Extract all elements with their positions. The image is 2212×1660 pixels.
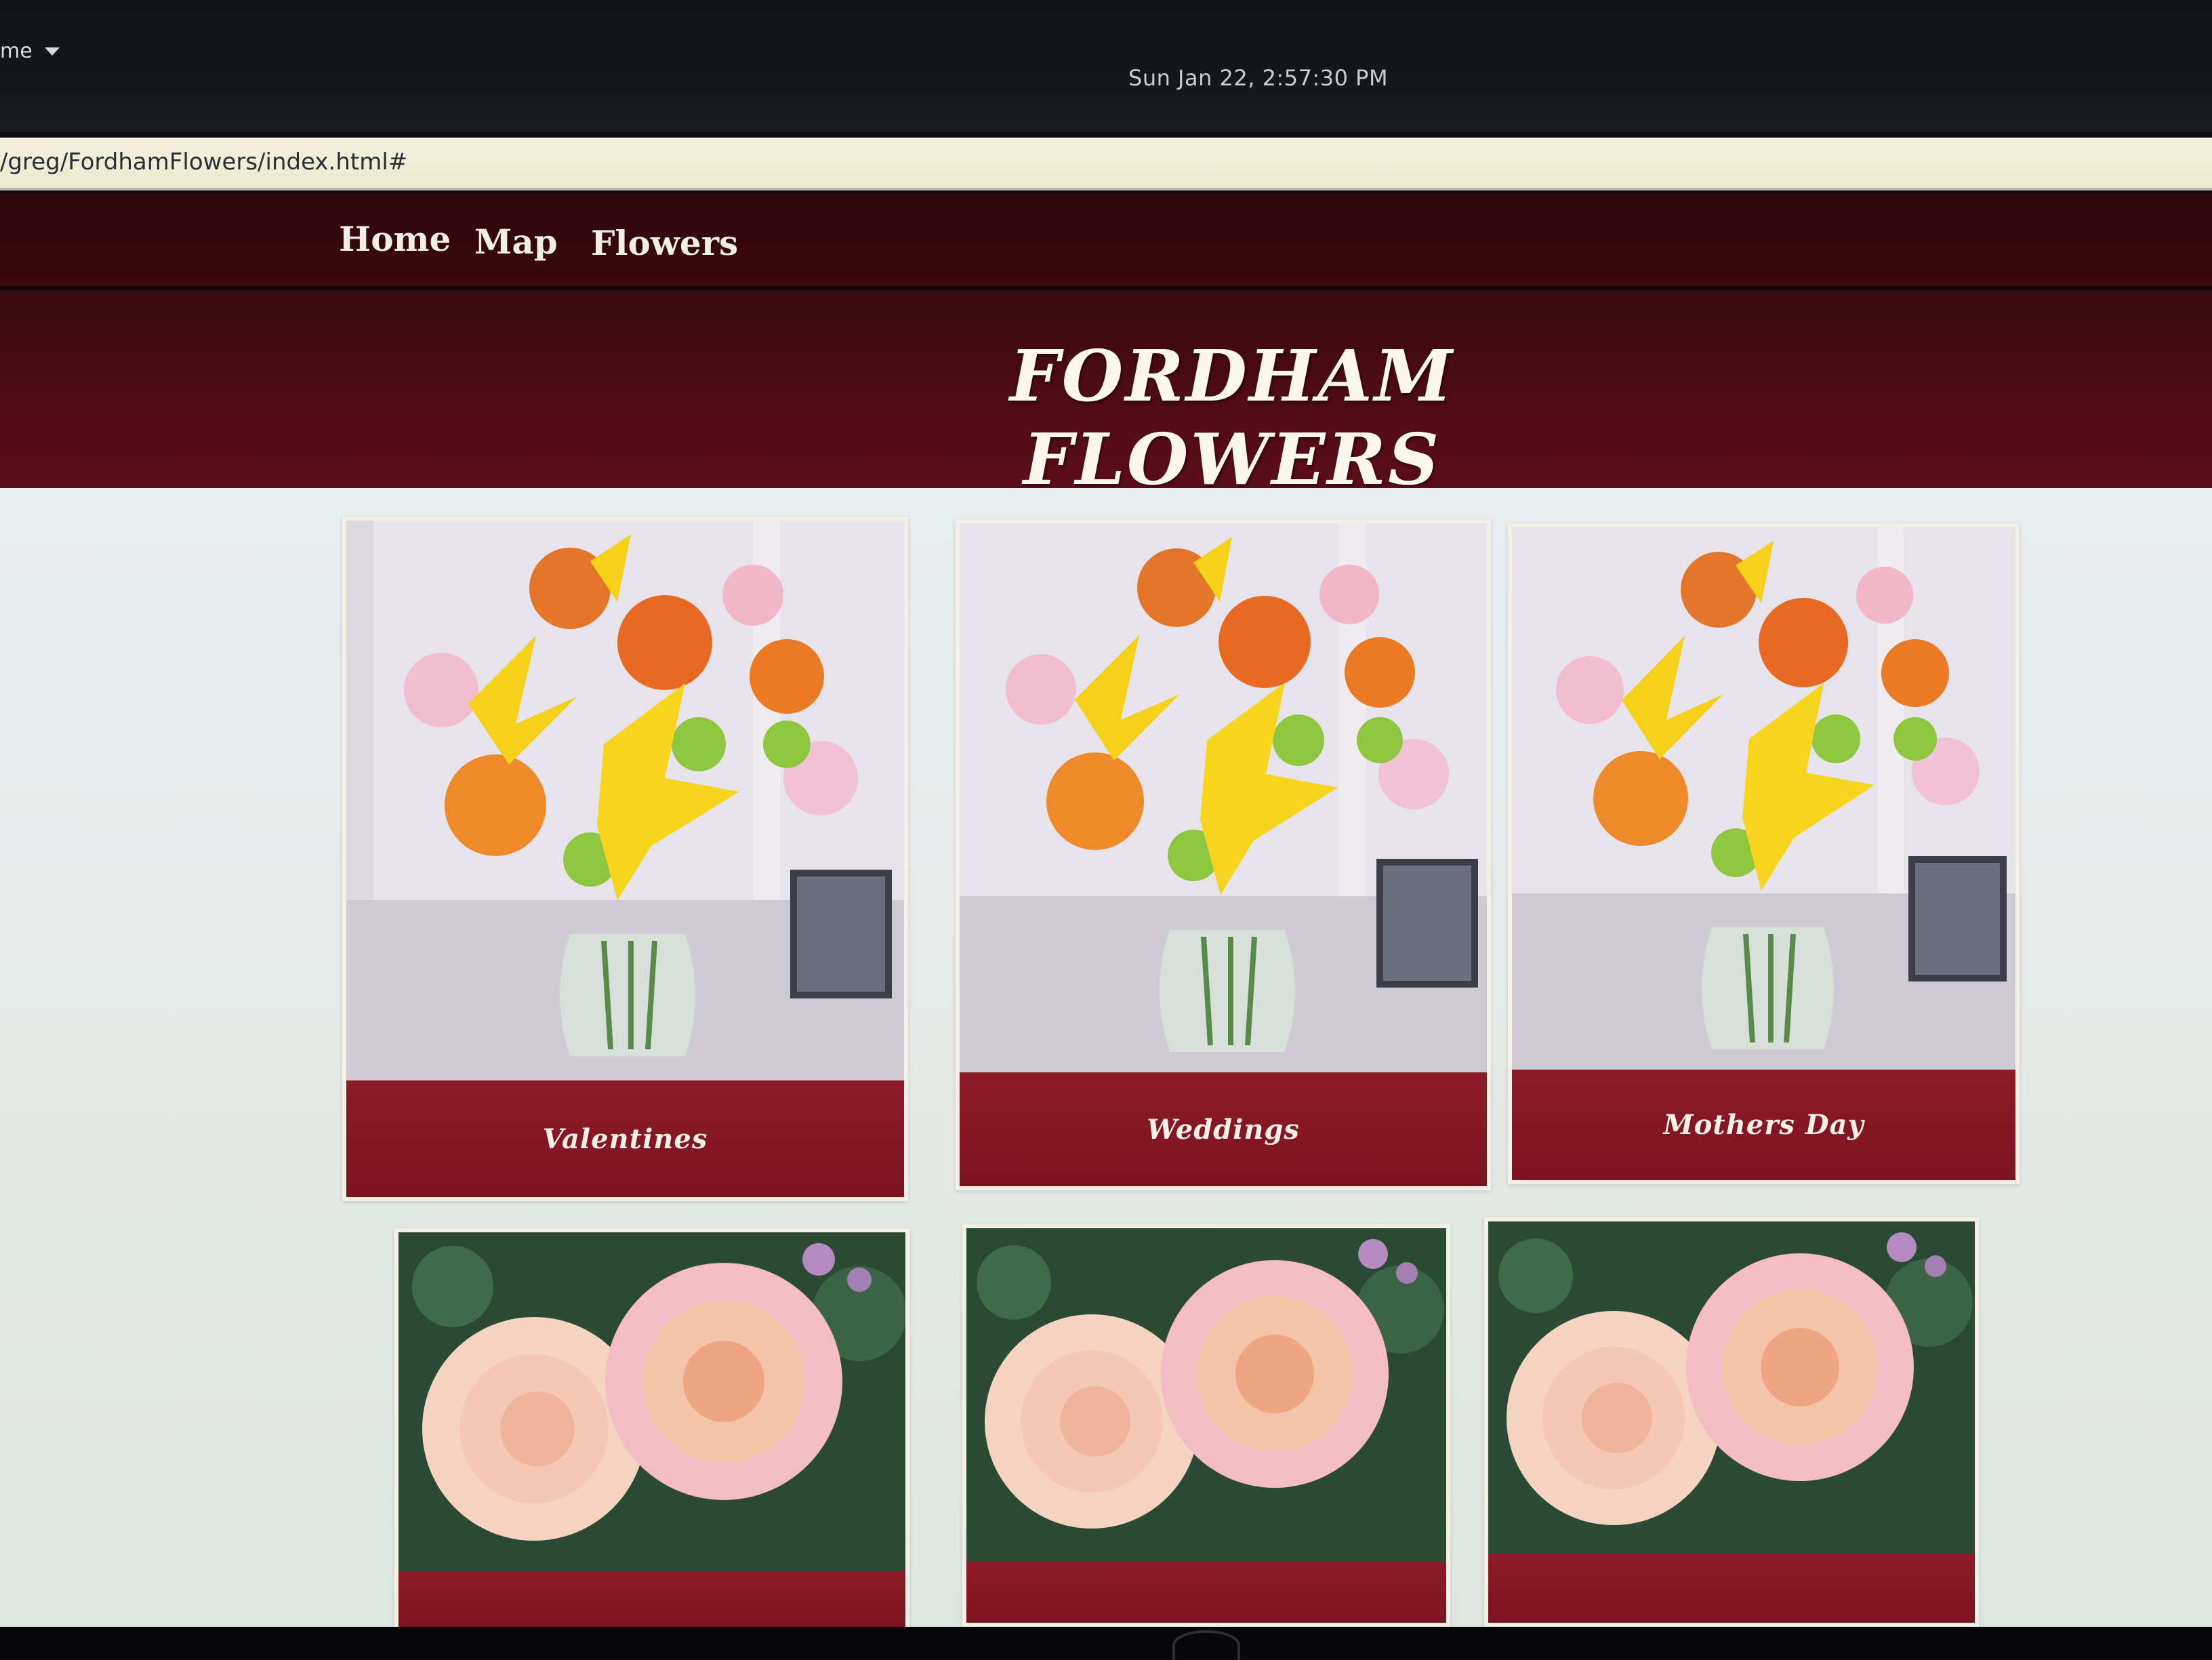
card-caption[interactable]: [398, 1571, 905, 1627]
card-caption-label: Mothers Day: [1663, 1109, 1864, 1141]
bouquet-image-art: [1512, 527, 2015, 1070]
bouquet-image-art: [960, 523, 1487, 1072]
bouquet-image[interactable]: [346, 521, 904, 1080]
card-caption[interactable]: [1488, 1554, 1975, 1623]
site-title: FORDHAM FLOWERS: [1009, 334, 1455, 501]
os-app-menu-label: me: [0, 39, 33, 63]
card-mothers-day[interactable]: Mothers Day: [1508, 523, 2020, 1184]
hp-logo-icon: [1172, 1630, 1240, 1660]
bouquet-image[interactable]: [960, 523, 1487, 1072]
roses-image[interactable]: [398, 1232, 905, 1571]
url-text[interactable]: /greg/FordhamFlowers/index.html#: [0, 148, 407, 176]
card-roses-3[interactable]: [1484, 1217, 1979, 1627]
roses-image-art: [1488, 1221, 1975, 1554]
card-valentines[interactable]: Valentines: [342, 517, 908, 1201]
os-clock[interactable]: Sun Jan 22, 2:57:30 PM: [1128, 65, 1388, 91]
card-caption[interactable]: Weddings: [960, 1072, 1487, 1186]
card-caption-label: Weddings: [1147, 1113, 1300, 1146]
card-caption-label: Valentines: [542, 1122, 708, 1155]
bouquet-image-art: [346, 521, 904, 1080]
card-roses-2[interactable]: [962, 1224, 1450, 1627]
roses-image-art: [966, 1228, 1446, 1562]
site-nav: Home Map Flowers: [0, 193, 2212, 288]
roses-image[interactable]: [966, 1228, 1446, 1562]
card-caption[interactable]: Valentines: [346, 1080, 904, 1197]
roses-image[interactable]: [1488, 1221, 1975, 1554]
card-weddings[interactable]: Weddings: [956, 519, 1491, 1190]
chevron-down-icon: [44, 47, 60, 56]
card-caption[interactable]: [966, 1562, 1446, 1623]
site-banner: FORDHAM FLOWERS: [0, 290, 2212, 501]
bouquet-image[interactable]: [1512, 527, 2015, 1070]
nav-home-link[interactable]: Home: [339, 219, 451, 259]
roses-image-art: [398, 1232, 905, 1571]
os-app-menu[interactable]: me: [0, 39, 60, 63]
card-roses-1[interactable]: [394, 1228, 909, 1627]
nav-flowers-link[interactable]: Flowers: [591, 223, 738, 263]
card-caption[interactable]: Mothers Day: [1512, 1070, 2015, 1180]
os-top-panel: me Sun Jan 22, 2:57:30 PM: [0, 0, 2212, 132]
nav-map-link[interactable]: Map: [474, 222, 558, 262]
address-bar[interactable]: /greg/FordhamFlowers/index.html#: [0, 138, 2212, 190]
monitor-bezel: [0, 1627, 2212, 1659]
